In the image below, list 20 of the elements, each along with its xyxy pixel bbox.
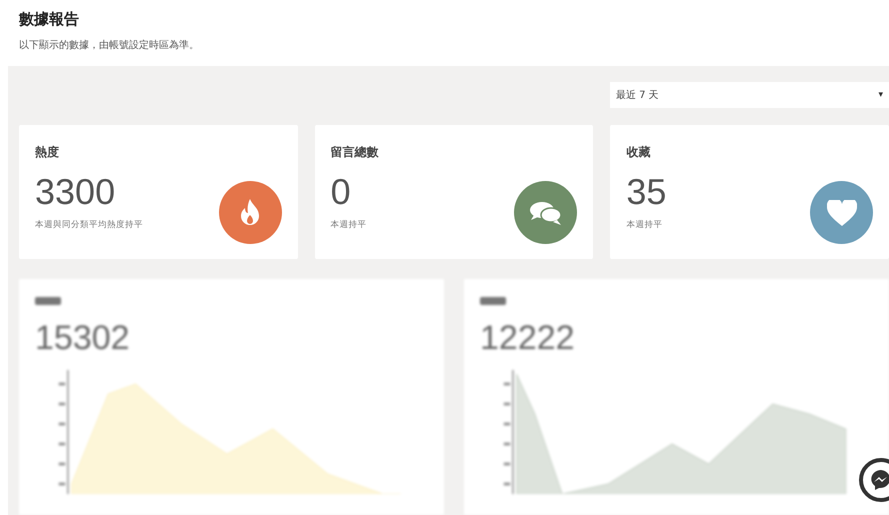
chart-total: 15302	[35, 319, 131, 358]
chat-bubbles-icon	[528, 200, 563, 226]
date-range-select[interactable]: 最近 7 天 ▾	[610, 82, 889, 108]
stat-value: 35	[626, 171, 666, 213]
stat-title: 留言總數	[330, 144, 379, 161]
page-subtitle: 以下顯示的數據，由帳號設定時區為準。	[19, 38, 200, 52]
stat-value: 0	[330, 171, 351, 213]
stat-value: 3300	[35, 171, 116, 213]
stat-title: 熱度	[35, 144, 59, 161]
blurred-title	[480, 297, 506, 305]
page-title: 數據報告	[19, 10, 80, 29]
stat-note: 本週持平	[330, 219, 367, 231]
chart-total: 12222	[480, 319, 576, 358]
stat-title: 收藏	[626, 144, 650, 161]
messenger-icon	[870, 469, 889, 491]
blurred-title	[35, 297, 61, 305]
flame-icon	[239, 198, 262, 226]
stat-note: 本週持平	[626, 219, 662, 231]
stat-note: 本週與同分類平均熱度持平	[35, 219, 143, 231]
heart-icon	[826, 200, 857, 226]
